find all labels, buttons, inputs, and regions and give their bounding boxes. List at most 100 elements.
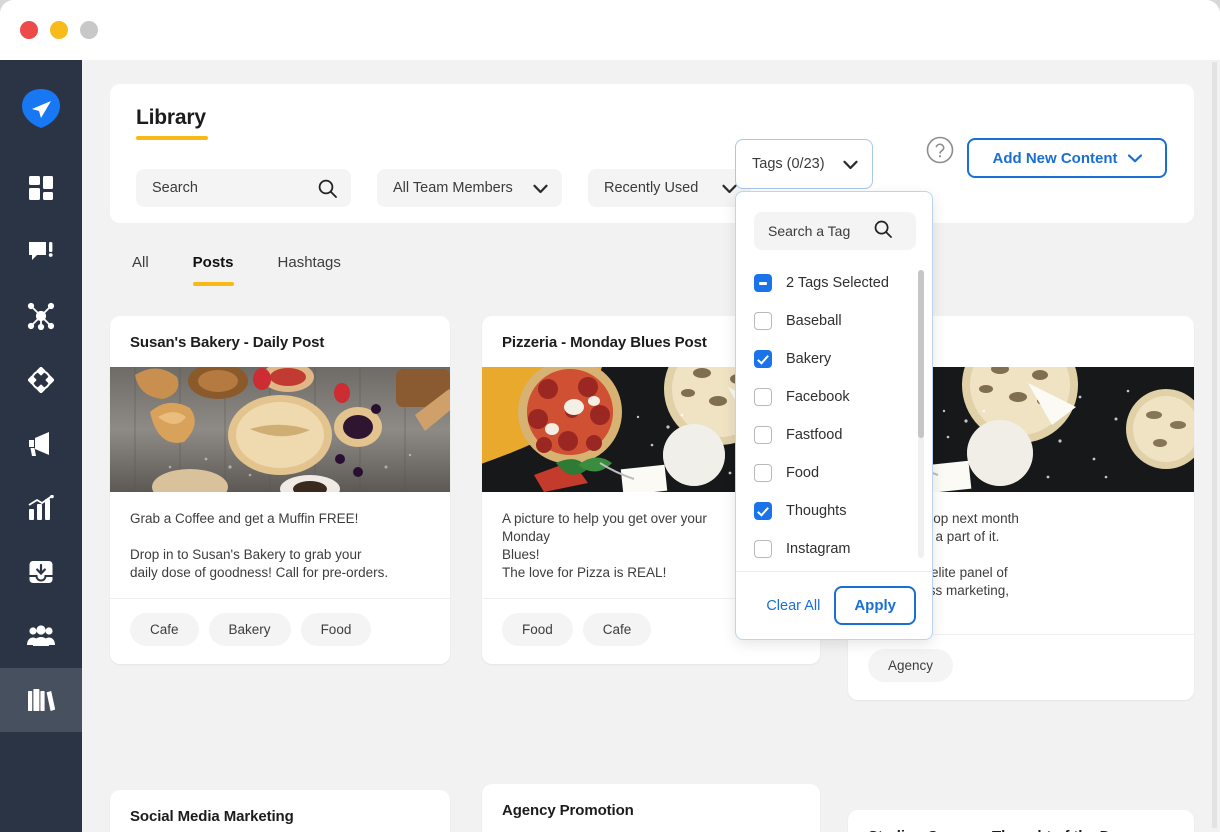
tags-panel-footer: Clear All Apply [736,571,934,639]
recently-used-filter-label: Recently Used [604,180,699,196]
tag-option-facebook[interactable]: Facebook [736,378,934,416]
library-card[interactable]: Susan's Bakery - Daily Post Grab a Coffe… [110,316,450,664]
main-content: Library Add New Content Search All Team … [82,60,1220,832]
checkbox-checked-icon[interactable] [754,502,772,520]
tag-search-field [754,212,916,250]
page-title-underline [136,136,208,140]
tag-option-fastfood[interactable]: Fastfood [736,416,934,454]
library-card[interactable]: Sterling Cooper - Thought of the Day Tod… [848,810,1194,832]
tag-search-input[interactable] [754,223,872,239]
window-titlebar [0,0,1220,60]
sidebar-item-campaigns[interactable] [0,412,82,476]
page-title: Library [136,106,206,129]
card-tag-chip[interactable]: Food [300,613,372,646]
window-close-button[interactable] [20,21,38,39]
sidebar-item-inbox[interactable] [0,540,82,604]
messages-icon [28,239,54,265]
tag-option-food[interactable]: Food [736,454,934,492]
sidebar-item-network[interactable] [0,284,82,348]
tag-option-label: Instagram [786,541,851,557]
tab-hashtags[interactable]: Hashtags [256,246,363,286]
tab-active-underline [192,282,234,286]
tag-option-list[interactable]: 2 Tags Selected Baseball Bakery Facebook… [736,264,934,569]
checkbox-unchecked-icon[interactable] [754,426,772,444]
tags-filter-button[interactable]: Tags (0/23) [735,139,873,189]
library-card[interactable]: Social Media Marketing Social Media Mana… [110,790,450,832]
card-tag-chip[interactable]: Food [502,613,573,646]
tags-filter-label: Tags (0/23) [752,156,825,172]
sidebar-item-messages[interactable] [0,220,82,284]
search-icon[interactable] [874,220,892,243]
chevron-down-icon [533,182,548,198]
tag-list-scrollbar-thumb[interactable] [918,270,924,438]
dashboard-icon [28,175,54,201]
library-header-card: Library Add New Content Search All Team … [110,84,1194,223]
automation-icon [28,367,54,393]
tag-list-scrollbar[interactable] [918,270,924,558]
inbox-download-icon [28,559,54,585]
apply-button[interactable]: Apply [834,586,916,625]
tag-option-label: Food [786,465,820,481]
window-minimize-button[interactable] [50,21,68,39]
checkbox-checked-icon[interactable] [754,350,772,368]
tag-option-label: Thoughts [786,503,847,519]
content-type-tabs: All Posts Hashtags [110,246,363,286]
chevron-down-icon [843,158,858,174]
tag-option-select-all[interactable]: 2 Tags Selected [736,264,934,302]
tag-option-baseball[interactable]: Baseball [736,302,934,340]
sidebar [0,60,82,832]
page-scrollbar[interactable] [1212,62,1217,828]
team-members-filter[interactable]: All Team Members [377,169,562,207]
tag-option-instagram[interactable]: Instagram [736,530,934,568]
add-new-content-label: Add New Content [992,149,1118,167]
recently-used-filter[interactable]: Recently Used [588,169,751,207]
window-zoom-button[interactable] [80,21,98,39]
tag-option-label: Bakery [786,351,832,367]
tab-all[interactable]: All [110,246,171,286]
tag-option-bakery[interactable]: Bakery [736,340,934,378]
add-new-content-button[interactable]: Add New Content [967,138,1167,178]
card-tag-chip[interactable]: Cafe [130,613,199,646]
search-icon[interactable] [318,179,337,202]
team-members-filter-label: All Team Members [393,180,513,196]
tag-option-label: Baseball [786,313,842,329]
sidebar-item-logo[interactable] [0,60,82,156]
card-tag-list: Cafe Bakery Food [110,598,450,664]
library-card-grid: Susan's Bakery - Daily Post Grab a Coffe… [110,316,1194,832]
search-filter [136,169,351,207]
card-title: Susan's Bakery - Daily Post [130,334,325,351]
checkbox-unchecked-icon[interactable] [754,388,772,406]
network-icon [27,302,55,330]
card-tag-chip[interactable]: Bakery [208,613,291,646]
card-tag-chip[interactable]: Agency [868,649,954,682]
sidebar-item-library[interactable] [0,668,82,732]
tag-option-label: Fastfood [786,427,843,443]
tab-posts-label: Posts [192,254,234,271]
campaigns-icon [27,431,55,457]
chevron-down-icon [1127,150,1142,167]
card-title: Agency Promotion [502,802,634,819]
checkbox-unchecked-icon[interactable] [754,312,772,330]
sidebar-item-dashboard[interactable] [0,156,82,220]
sidebar-item-analytics[interactable] [0,476,82,540]
question-circle-icon[interactable] [926,136,954,164]
checkbox-unchecked-icon[interactable] [754,464,772,482]
sidebar-item-team[interactable] [0,604,82,668]
card-title: Sterling Cooper - Thought of the Day [848,810,1194,832]
tag-option-thoughts[interactable]: Thoughts [736,492,934,530]
clear-all-button[interactable]: Clear All [766,598,820,614]
tab-posts[interactable]: Posts [171,246,256,286]
sidebar-item-automation[interactable] [0,348,82,412]
checkbox-unchecked-icon[interactable] [754,540,772,558]
tab-hashtags-label: Hashtags [277,254,341,271]
tag-option-label: 2 Tags Selected [786,275,889,291]
card-title: Social Media Marketing [130,808,294,825]
card-tag-list: Agency [848,634,1194,700]
checkbox-indeterminate-icon[interactable] [754,274,772,292]
search-input[interactable] [136,170,306,206]
tags-dropdown-panel: 2 Tags Selected Baseball Bakery Facebook… [735,191,934,640]
card-tag-chip[interactable]: Cafe [582,613,652,646]
team-icon [27,625,55,647]
library-card[interactable]: Agency Promotion [482,784,820,832]
analytics-icon [28,495,55,521]
